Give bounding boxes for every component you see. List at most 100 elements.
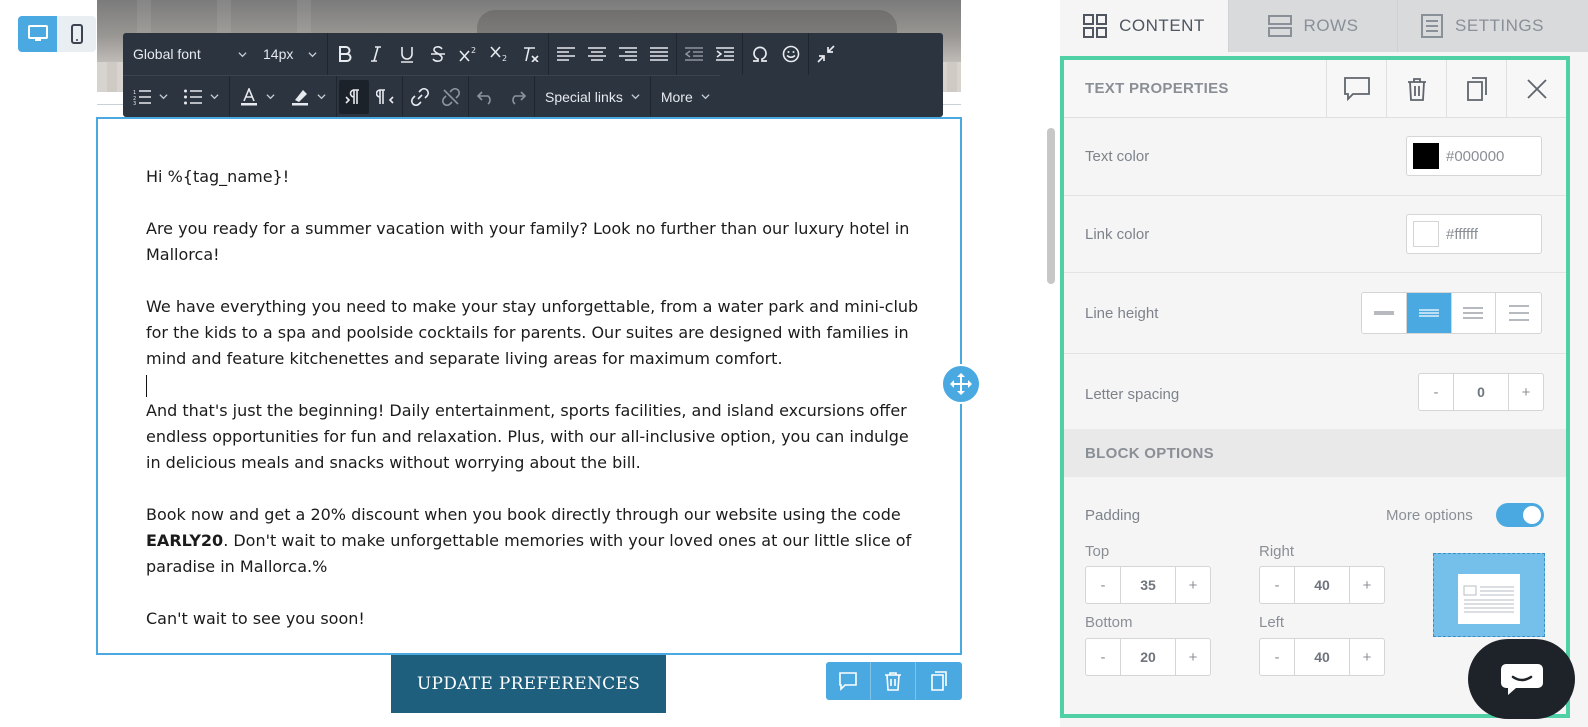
more-label: More: [660, 88, 693, 105]
more-options-select[interactable]: More: [653, 80, 718, 114]
rtl-direction-button[interactable]: [370, 80, 400, 114]
text-toolbar: Global font 14px 2 2 1 2 3 Special links…: [123, 33, 943, 118]
undo-button[interactable]: [471, 80, 501, 114]
special-characters-button[interactable]: [745, 37, 775, 71]
editor-canvas: Global font 14px 2 2 1 2 3 Special links…: [0, 0, 1060, 727]
delete-block-button[interactable]: [871, 662, 916, 700]
delete-button[interactable]: [1386, 60, 1446, 118]
padding-bottom-increment[interactable]: +: [1176, 639, 1210, 675]
chat-icon: [1500, 664, 1543, 695]
bullet-list-button[interactable]: [176, 80, 227, 114]
redo-button[interactable]: [502, 80, 532, 114]
subscript-icon: 2: [490, 46, 507, 62]
italic-button[interactable]: [361, 37, 391, 71]
padding-top-decrement[interactable]: -: [1086, 567, 1120, 603]
padding-right-increment[interactable]: +: [1350, 567, 1384, 603]
outdent-icon: [685, 47, 703, 61]
help-chat-button[interactable]: [1468, 639, 1575, 719]
padding-preview-content: [1458, 574, 1520, 624]
ltr-direction-button[interactable]: [339, 79, 369, 114]
more-options-toggle[interactable]: [1496, 503, 1544, 527]
padding-left-decrement[interactable]: -: [1260, 639, 1294, 675]
duplicate-button[interactable]: [1446, 60, 1506, 118]
padding-bottom-decrement[interactable]: -: [1086, 639, 1120, 675]
padding-bottom-value[interactable]: 20: [1120, 639, 1176, 675]
mobile-view-button[interactable]: [57, 16, 96, 52]
clear-format-button[interactable]: [516, 37, 546, 71]
padding-bottom-stepper: - 20 +: [1085, 638, 1211, 676]
bold-button[interactable]: [330, 37, 360, 71]
insert-link-button[interactable]: [405, 80, 435, 114]
align-center-button[interactable]: [582, 37, 612, 71]
close-button[interactable]: [1506, 60, 1566, 118]
paragraph-4: Book now and get a 20% discount when you…: [146, 502, 921, 580]
block-options-title: BLOCK OPTIONS: [1085, 445, 1214, 462]
font-size-select[interactable]: 14px: [255, 37, 325, 71]
text-block[interactable]: Hi %{tag_name}! Are you ready for a summ…: [96, 117, 962, 655]
device-switch: [18, 16, 96, 52]
letter-spacing-value[interactable]: 0: [1453, 374, 1509, 410]
line-height-option-2[interactable]: [1406, 293, 1452, 333]
strikethrough-button[interactable]: [423, 37, 453, 71]
padding-top-increment[interactable]: +: [1176, 567, 1210, 603]
update-preferences-button[interactable]: UPDATE PREFERENCES: [391, 655, 666, 713]
line-height-option-1[interactable]: [1362, 293, 1407, 333]
superscript-icon: 2: [459, 46, 476, 62]
font-family-select[interactable]: Global font: [125, 37, 255, 71]
comment-block-button[interactable]: [826, 662, 871, 700]
duplicate-block-button[interactable]: [916, 662, 961, 700]
rtl-paragraph-icon: [376, 88, 394, 104]
align-right-icon: [619, 47, 637, 61]
special-links-select[interactable]: Special links: [537, 80, 648, 114]
font-size-value: 14px: [263, 46, 294, 62]
desktop-view-button[interactable]: [18, 16, 57, 52]
text-caret: [146, 374, 147, 397]
align-left-button[interactable]: [551, 37, 581, 71]
padding-right-value[interactable]: 40: [1294, 567, 1350, 603]
comment-icon: [839, 672, 857, 691]
padding-left-value[interactable]: 40: [1294, 639, 1350, 675]
padding-right-decrement[interactable]: -: [1260, 567, 1294, 603]
padding-left-increment[interactable]: +: [1350, 639, 1384, 675]
superscript-button[interactable]: 2: [454, 37, 484, 71]
block-actions: [826, 662, 962, 700]
collapse-toolbar-button[interactable]: [811, 37, 841, 71]
move-handle[interactable]: [941, 364, 981, 404]
outdent-button[interactable]: [679, 37, 709, 71]
tab-content[interactable]: CONTENT: [1060, 0, 1229, 52]
text-color-button[interactable]: [232, 80, 283, 114]
line-height-option-3[interactable]: [1452, 293, 1497, 333]
align-right-button[interactable]: [613, 37, 643, 71]
justify-button[interactable]: [644, 37, 674, 71]
tab-settings[interactable]: SETTINGS: [1398, 0, 1567, 52]
remove-link-button[interactable]: [436, 80, 466, 114]
indent-button[interactable]: [710, 37, 740, 71]
settings-icon: [1420, 14, 1443, 38]
strikethrough-icon: [431, 46, 445, 62]
canvas-scrollbar[interactable]: [1047, 128, 1055, 284]
chevron-down-icon: [210, 94, 219, 100]
link-color-picker[interactable]: #ffffff: [1406, 214, 1542, 254]
svg-text:2: 2: [502, 54, 507, 62]
comment-button[interactable]: [1326, 60, 1386, 118]
rows-icon: [1267, 15, 1292, 37]
text-content[interactable]: Hi %{tag_name}! Are you ready for a summ…: [146, 164, 921, 632]
underline-button[interactable]: [392, 37, 422, 71]
chevron-down-icon: [701, 94, 710, 100]
text-color-swatch: [1413, 143, 1439, 169]
letter-spacing-increment[interactable]: +: [1509, 374, 1543, 410]
emoji-button[interactable]: [776, 37, 806, 71]
text-color-picker[interactable]: #000000: [1406, 136, 1542, 176]
underline-icon: [401, 46, 413, 63]
subscript-button[interactable]: 2: [485, 37, 515, 71]
letter-spacing-decrement[interactable]: -: [1419, 374, 1453, 410]
numbered-list-button[interactable]: 123: [125, 80, 176, 114]
tab-rows[interactable]: ROWS: [1229, 0, 1398, 52]
align-left-icon: [557, 47, 575, 61]
highlight-color-button[interactable]: [283, 80, 334, 114]
line-height-option-4[interactable]: [1496, 293, 1541, 333]
ltr-paragraph-icon: [345, 88, 359, 104]
sidebar-tabs: CONTENT ROWS SETTINGS: [1060, 0, 1588, 52]
padding-top-value[interactable]: 35: [1120, 567, 1176, 603]
omega-icon: [753, 46, 767, 62]
